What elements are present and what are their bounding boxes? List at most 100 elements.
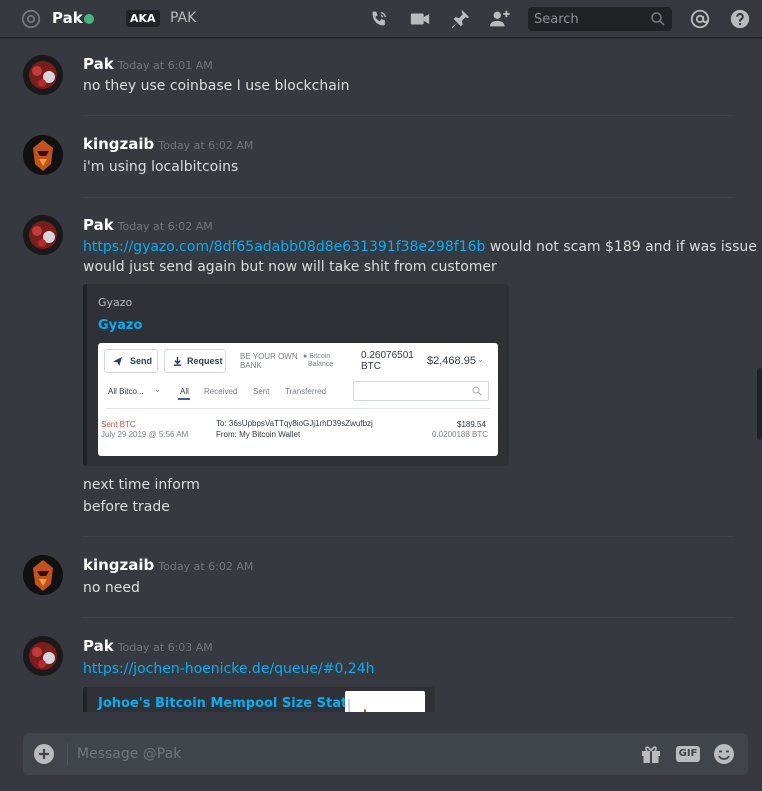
author-name[interactable]: kingzaib [83, 556, 154, 574]
author-name[interactable]: Pak [83, 216, 114, 234]
embed-title-link[interactable]: Johoe's Bitcoin Mempool Size Statistics [98, 696, 386, 711]
tab-received: Received [204, 387, 238, 396]
tab-all-indicator [178, 398, 190, 400]
balance-label-line-2: Balance [308, 361, 334, 368]
scrollbar-thumb[interactable] [757, 368, 762, 440]
message-text: https://jochen-hoenicke.de/queue/#0,24h [83, 661, 375, 677]
add-friend-icon[interactable] [489, 8, 511, 30]
bank-slogan-line-1: BE YOUR OWN [240, 352, 298, 361]
message-list: Pak Today at 6:01 AM no they use coinbase… [0, 44, 762, 712]
message-text: i'm using localbitcoins [83, 159, 239, 175]
search-icon[interactable] [650, 11, 666, 27]
at-icon [21, 9, 41, 29]
message-author[interactable]: Pak Today at 6:02 AM [83, 216, 213, 234]
mempool-embed: Johoe's Bitcoin Mempool Size Statistics [83, 687, 435, 712]
avatar[interactable] [23, 555, 63, 595]
wallet-search-icon [472, 386, 482, 396]
emoji-icon[interactable] [713, 743, 735, 765]
author-name[interactable]: Pak [83, 637, 114, 655]
transaction-type: Sent BTC [101, 420, 136, 429]
gif-icon[interactable]: GIF [676, 746, 700, 762]
wallet-send-label: Send [130, 356, 153, 366]
message-timestamp: Today at 6:02 AM [158, 139, 254, 152]
gift-icon[interactable] [640, 743, 662, 765]
message-timestamp: Today at 6:02 AM [117, 220, 213, 233]
avatar[interactable] [23, 135, 63, 175]
message-input[interactable] [77, 733, 617, 775]
embed-thumbnail[interactable] [345, 691, 425, 712]
btc-unit: BTC [361, 361, 381, 372]
mention-icon[interactable] [689, 8, 711, 30]
gyazo-link[interactable]: https://gyazo.com/8df65adabb08d8e631391f… [83, 239, 485, 255]
embed-title-link[interactable]: Gyazo [98, 318, 142, 333]
usd-dropdown-chevron-icon: ⌄ [477, 355, 484, 364]
transaction-to: To: 36sUpbpsVaTTqy8ioGJj1rhD39sZwufbzj [216, 419, 373, 428]
embed-image[interactable]: Send Request BE YOUR OWN BANK ● Bitcoin … [98, 343, 498, 456]
gyazo-embed: Gyazo Gyazo Send Request BE YOUR OWN BAN… [83, 284, 509, 466]
pak-avatar-image [23, 55, 63, 95]
wallet-search-box [353, 381, 489, 401]
kingzaib-avatar-image [23, 555, 63, 595]
message-divider [82, 197, 734, 198]
message-text: no they use coinbase I use blockchain [83, 78, 350, 94]
phone-call-icon[interactable] [368, 8, 390, 30]
wallet-send-button: Send [104, 349, 158, 373]
pak-avatar-image [23, 215, 63, 255]
message-author[interactable]: kingzaib Today at 6:02 AM [83, 135, 253, 153]
tab-divider [106, 408, 490, 409]
composer-divider [67, 743, 68, 765]
message-composer: GIF [23, 733, 748, 775]
bank-slogan-line-2: BANK [240, 361, 262, 370]
download-icon [173, 357, 182, 366]
message-text: https://gyazo.com/8df65adabb08d8e631391f… [83, 239, 757, 255]
send-icon [113, 357, 122, 366]
author-name[interactable]: kingzaib [83, 135, 154, 153]
message-text: next time inform [83, 477, 200, 493]
author-name[interactable]: Pak [83, 55, 114, 73]
avatar[interactable] [23, 215, 63, 255]
plus-icon[interactable] [34, 744, 54, 764]
usd-balance: $2,468.95 [427, 355, 476, 367]
message-text: no need [83, 580, 140, 596]
message-divider [82, 617, 734, 618]
transaction-btc: 0.0200188 BTC [432, 430, 489, 439]
message-divider [82, 115, 734, 116]
message-timestamp: Today at 6:02 AM [158, 560, 254, 573]
message-text: would just send again but now will take … [83, 259, 497, 275]
mempool-link[interactable]: https://jochen-hoenicke.de/queue/#0,24h [83, 661, 375, 677]
aka-badge: AKA [126, 10, 160, 27]
channel-name: Pak [52, 9, 83, 27]
search-input[interactable] [528, 7, 648, 31]
wallet-filter-select: All Bitco... [108, 387, 144, 396]
message-author[interactable]: kingzaib Today at 6:02 AM [83, 556, 253, 574]
nickname: PAK [170, 10, 197, 26]
message-author[interactable]: Pak Today at 6:03 AM [83, 637, 213, 655]
pin-icon[interactable] [449, 8, 471, 30]
transaction-date: July 29 2019 @ 5:56 AM [101, 430, 189, 439]
message-timestamp: Today at 6:03 AM [117, 641, 213, 654]
search-box[interactable] [528, 7, 672, 31]
embed-provider: Gyazo [98, 296, 133, 309]
filter-chevron-icon: ⌄ [154, 385, 161, 394]
tab-sent: Sent [253, 387, 270, 396]
btc-balance: 0.26076501 [361, 350, 414, 361]
message-text: before trade [83, 499, 170, 515]
mempool-chart-thumbnail [348, 699, 367, 712]
help-icon[interactable] [729, 8, 751, 30]
kingzaib-avatar-image [23, 135, 63, 175]
online-status-indicator [84, 14, 94, 24]
wallet-request-label: Request [187, 356, 223, 366]
message-text-trailing: would not scam $189 and if was issue [485, 239, 757, 255]
transaction-from: From: My Bitcoin Wallet [216, 430, 301, 439]
wallet-request-button: Request [164, 349, 226, 373]
message-divider [82, 536, 734, 537]
pak-avatar-image [23, 636, 63, 676]
tab-transferred: Transferred [285, 387, 327, 396]
avatar[interactable] [23, 55, 63, 95]
tab-all: All [180, 387, 189, 396]
message-author[interactable]: Pak Today at 6:01 AM [83, 55, 213, 73]
message-timestamp: Today at 6:01 AM [117, 59, 213, 72]
transaction-usd: $189.54 [457, 420, 486, 429]
avatar[interactable] [23, 636, 63, 676]
video-call-icon[interactable] [409, 8, 431, 30]
